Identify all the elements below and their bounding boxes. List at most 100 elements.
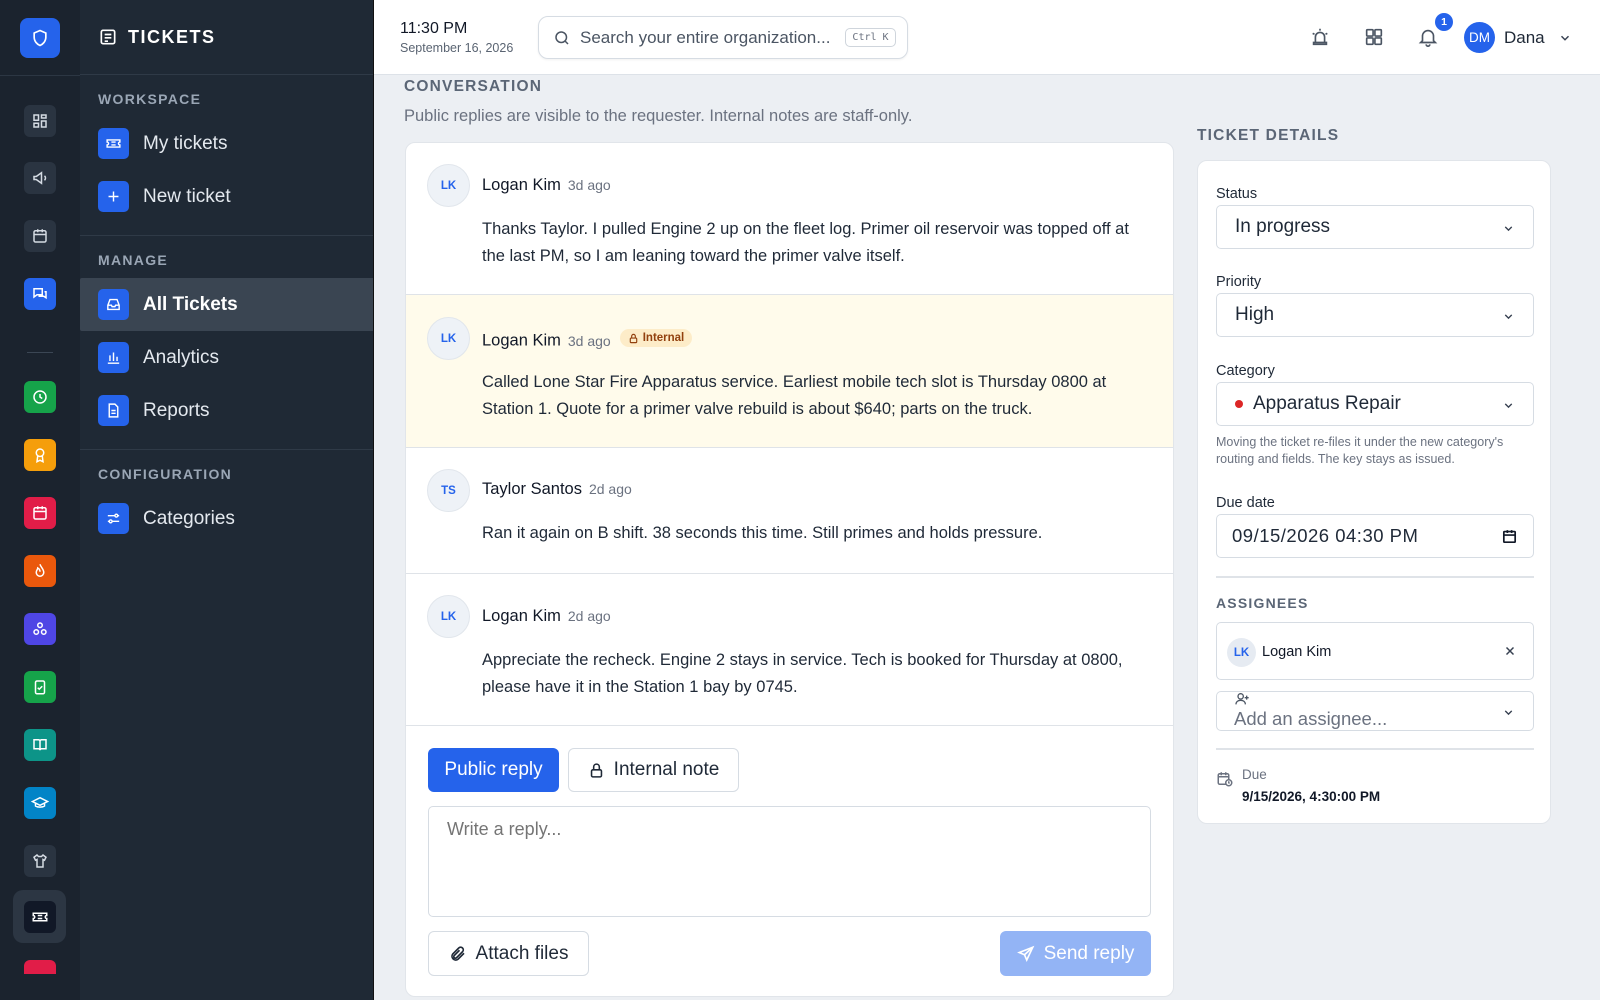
flame-icon[interactable] [24,555,56,587]
chevron-down-icon [1504,314,1513,320]
internal-badge: Internal [619,329,693,347]
message-time: 3d ago [567,332,611,349]
internal-badge-label: Internal [642,332,685,344]
sidebar-item-all-tickets[interactable]: All Tickets [80,278,373,331]
search-input[interactable]: Search your entire organization... Ctrl … [538,16,908,59]
assignee-chip: LK Logan Kim [1216,622,1534,680]
assignee-name: Logan Kim [1262,644,1332,660]
rail-divider [0,75,80,76]
plus-icon [98,181,129,212]
add-assignee-placeholder: Add an assignee... [1234,708,1388,729]
network-icon[interactable] [24,613,56,645]
calendar-red-icon[interactable] [24,497,56,529]
sidebar-item-categories[interactable]: Categories [80,492,373,545]
clock-time: 11:30 PM [400,20,468,37]
clock-icon[interactable] [24,381,56,413]
sidebar-header: TICKETS [80,0,373,75]
conversation-title: CONVERSATION [404,78,543,95]
inbox-icon [98,289,129,320]
category-color-dot [1235,400,1243,408]
due-date-input[interactable]: 09/15/2026 04:30 PM [1216,514,1534,558]
book-icon[interactable] [24,729,56,761]
chat-icon[interactable] [24,278,56,310]
send-reply-button[interactable]: Send reply [1000,931,1151,976]
chevron-down-icon[interactable] [1558,31,1572,45]
graduation-cap-icon[interactable] [24,787,56,819]
status-select[interactable]: In progress [1216,205,1534,249]
category-value: Apparatus Repair [1253,393,1401,414]
priority-select[interactable]: High [1216,293,1534,337]
message-body: Thanks Taylor. I pulled Engine 2 up on t… [482,220,1129,265]
internal-note-label: Internal note [613,759,720,780]
sidebar-item-my-tickets[interactable]: My tickets [80,117,373,170]
message-time: 2d ago [588,481,632,497]
sidebar-section-manage: MANAGE All Tickets Analytics Reports [80,236,373,450]
sidebar-item-analytics[interactable]: Analytics [80,331,373,384]
notification-badge: 1 [1435,13,1453,31]
sidebar: TICKETS WORKSPACE My tickets New ticket … [80,0,374,1000]
message-body: Called Lone Star Fire Apparatus service.… [482,373,1107,418]
divider [1216,576,1534,578]
attach-files-button[interactable]: Attach files [428,931,589,976]
conversation-subtitle: Public replies are visible to the reques… [404,107,913,125]
message-body: Ran it again on B shift. 38 seconds this… [482,524,1043,542]
avatar[interactable]: DM [1464,22,1495,53]
grid-icon[interactable] [24,105,56,137]
search-shortcut: Ctrl K [845,28,896,47]
assignees-label: ASSIGNEES [1216,595,1309,611]
sidebar-section-configuration: CONFIGURATION Categories [80,450,373,557]
avatar: LK [1227,638,1256,667]
ticket-icon[interactable] [24,901,56,933]
category-help-text: Moving the ticket re-files it under the … [1216,435,1504,466]
add-user-icon [1235,693,1249,705]
avatar: LK [427,595,470,638]
reply-textarea[interactable] [428,806,1151,917]
ticket-details-title: TICKET DETAILS [1197,127,1340,144]
internal-note-tab[interactable]: Internal note [568,748,739,792]
clipboard-check-icon[interactable] [24,671,56,703]
award-icon[interactable] [24,439,56,471]
shield-icon[interactable] [20,18,60,58]
sidebar-item-label: Categories [143,507,235,529]
bar-chart-icon [98,342,129,373]
top-bar: 11:30 PM September 16, 2026 Search your … [374,0,1600,75]
message-author: Logan Kim 2d ago [482,607,611,626]
author-name: Logan Kim [482,331,561,350]
add-assignee-select[interactable]: Add an assignee... [1216,691,1534,731]
shirt-icon[interactable] [24,845,56,877]
section-label: MANAGE [98,252,169,268]
public-reply-tab[interactable]: Public reply [428,748,559,792]
rail-overflow-icon[interactable] [24,960,56,974]
bell-icon[interactable] [1417,26,1439,48]
calendar-clock-icon [1217,772,1233,787]
avatar: TS [427,469,470,512]
sidebar-item-label: All Tickets [143,293,238,315]
divider [1216,748,1534,750]
calendar-icon[interactable] [1501,528,1518,545]
author-name: Logan Kim [482,176,561,194]
status-value: In progress [1235,216,1331,237]
siren-icon[interactable] [1309,26,1331,48]
search-placeholder: Search your entire organization... [580,27,831,47]
rail-divider [27,352,53,353]
user-name[interactable]: Dana [1504,28,1545,48]
message-time: 3d ago [567,177,611,193]
sidebar-section-workspace: WORKSPACE My tickets New ticket [80,75,373,236]
calendar-icon[interactable] [24,220,56,252]
apps-grid-icon[interactable] [1363,26,1385,48]
due-date-label: Due date [1216,495,1275,511]
sidebar-item-new-ticket[interactable]: New ticket [80,170,373,223]
chevron-down-icon [1504,403,1513,409]
conversation-card: LK Logan Kim 3d ago Thanks Taylor. I pull… [405,142,1174,997]
close-icon[interactable] [1503,644,1517,658]
category-select[interactable]: Apparatus Repair [1216,382,1534,426]
send-reply-label: Send reply [1043,942,1135,964]
ticket-list-icon [100,29,116,45]
ticket-icon [98,128,129,159]
sidebar-item-label: My tickets [143,132,228,154]
sidebar-item-reports[interactable]: Reports [80,384,373,437]
search-icon [555,30,569,45]
megaphone-icon[interactable] [24,162,56,194]
author-name: Taylor Santos [482,480,582,498]
reply-composer: Public reply Internal note Attach files … [406,726,1173,996]
